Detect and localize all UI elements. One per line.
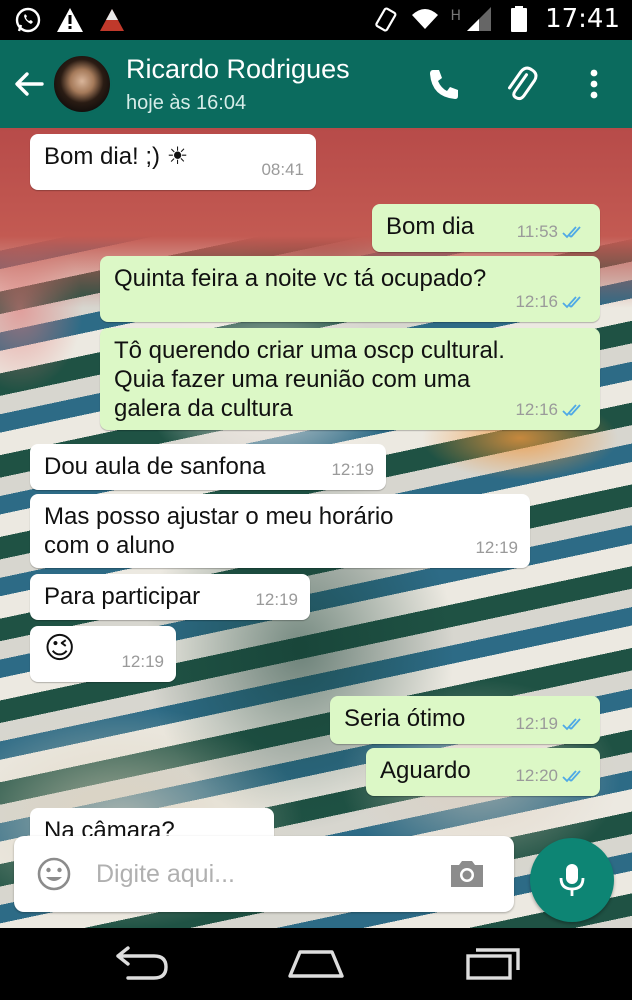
message-text: Dou aula de sanfona — [44, 453, 266, 480]
avatar[interactable] — [52, 54, 112, 114]
message-bubble[interactable]: Seria ótimo 12:19 — [330, 696, 600, 744]
vibrate-icon — [374, 7, 396, 32]
message-bubble[interactable]: Quinta feira a noite vc tá ocupado? 12:1… — [100, 256, 600, 322]
message-bubble[interactable]: Mas posso ajustar o meu horário com o al… — [30, 494, 530, 568]
message-time: 12:16 — [515, 292, 558, 311]
message-time: 12:16 — [515, 400, 558, 419]
message-text: Seria ótimo — [344, 705, 466, 732]
message-bubble[interactable]: Bom dia 11:53 — [372, 204, 600, 252]
camera-icon[interactable] — [448, 856, 486, 892]
double-check-icon — [562, 295, 581, 308]
whatsapp-notification-icon — [15, 7, 41, 33]
alert-icon — [100, 9, 124, 31]
message-bubble[interactable]: Para participar 12:19 — [30, 574, 310, 620]
message-input[interactable] — [96, 856, 416, 892]
emoji-icon[interactable] — [36, 856, 72, 892]
message-bubble[interactable]: 😉 12:19 — [30, 626, 176, 682]
message-time: 12:19 — [121, 652, 164, 671]
message-time: 12:19 — [331, 460, 374, 479]
message-bubble[interactable]: Bom dia! ;) ☀ 08:41 — [30, 134, 316, 190]
chat-header: Ricardo Rodrigues hoje às 16:04 — [0, 40, 632, 128]
message-text: Quinta feira a noite vc tá ocupado? — [114, 265, 487, 292]
wifi-icon — [411, 9, 438, 29]
nav-back-icon[interactable] — [108, 946, 172, 982]
message-text: Bom dia! ;) ☀ — [44, 143, 189, 170]
nav-home-icon[interactable] — [284, 946, 348, 982]
navigation-bar — [0, 928, 632, 1000]
message-bubble[interactable]: Dou aula de sanfona 12:19 — [30, 444, 386, 490]
network-type-label: H — [450, 8, 462, 24]
microphone-icon — [559, 864, 585, 896]
message-text: Bom dia — [386, 213, 475, 240]
message-time: 12:20 — [515, 766, 558, 785]
signal-icon — [467, 7, 492, 31]
chat-area[interactable]: Bom dia! ;) ☀ 08:41 Bom dia 11:53 Quinta… — [0, 128, 632, 928]
last-seen-status: hoje às 16:04 — [126, 92, 247, 114]
double-check-icon — [562, 225, 581, 238]
message-time: 12:19 — [475, 538, 518, 557]
clock-time: 17:41 — [545, 4, 620, 34]
nav-recents-icon[interactable] — [460, 946, 524, 982]
voice-message-button[interactable] — [530, 838, 614, 922]
double-check-icon — [562, 717, 581, 730]
message-composer — [14, 836, 514, 912]
battery-icon — [511, 6, 528, 32]
contact-name[interactable]: Ricardo Rodrigues — [126, 54, 350, 85]
double-check-icon — [562, 403, 581, 416]
message-time: 08:41 — [261, 160, 304, 179]
status-bar: H 17:41 — [0, 0, 632, 40]
message-text: Aguardo — [380, 757, 471, 784]
message-time: 11:53 — [516, 222, 558, 241]
message-text: Para participar — [44, 583, 201, 610]
message-bubble[interactable]: Tô querendo criar uma oscp cultural. Qui… — [100, 328, 600, 430]
message-time: 12:19 — [515, 714, 558, 733]
more-vert-icon[interactable] — [574, 64, 614, 104]
back-arrow-icon[interactable] — [8, 64, 48, 104]
message-bubble[interactable]: Aguardo 12:20 — [366, 748, 600, 796]
message-text: 😉 — [44, 632, 76, 665]
double-check-icon — [562, 769, 581, 782]
message-text: Mas posso ajustar o meu horário com o al… — [44, 503, 394, 559]
paperclip-icon[interactable] — [500, 64, 540, 104]
message-text: Tô querendo criar uma oscp cultural. Qui… — [114, 337, 505, 422]
warning-icon — [57, 8, 83, 32]
phone-icon[interactable] — [424, 64, 464, 104]
message-time: 12:19 — [255, 590, 298, 609]
